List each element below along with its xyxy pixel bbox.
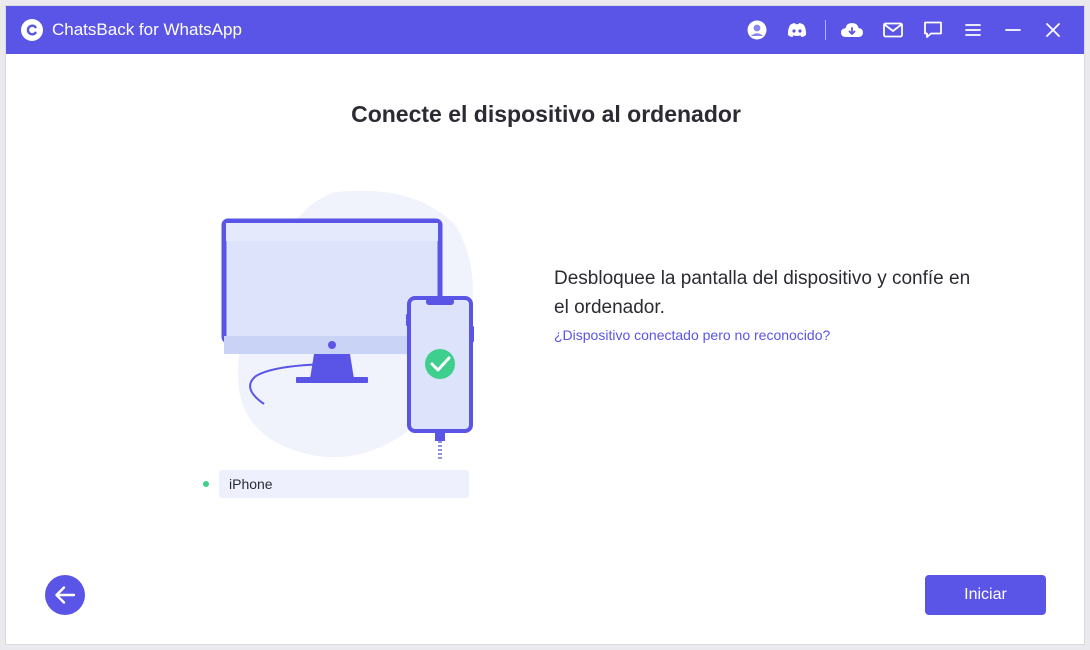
cloud-icon[interactable] <box>840 18 864 42</box>
device-not-recognized-link[interactable]: ¿Dispositivo conectado pero no reconocid… <box>554 327 830 343</box>
titlebar-separator <box>825 20 826 40</box>
device-connection-illustration <box>216 186 486 466</box>
instruction-text: Desbloquee la pantalla del dispositivo y… <box>554 268 971 318</box>
title-bar: ChatsBack for WhatsApp <box>6 6 1084 54</box>
discord-icon[interactable] <box>785 18 809 42</box>
app-title: ChatsBack for WhatsApp <box>52 20 242 39</box>
feedback-icon[interactable] <box>921 18 945 42</box>
page-title: Conecte el dispositivo al ordenador <box>351 101 741 127</box>
back-button[interactable] <box>45 575 85 615</box>
device-name: iPhone <box>229 476 273 492</box>
account-icon[interactable] <box>745 18 769 42</box>
start-button[interactable]: Iniciar <box>925 575 1046 615</box>
app-window: ChatsBack for WhatsApp Conecte el dispos… <box>5 5 1085 645</box>
device-list-item[interactable]: iPhone <box>219 470 469 498</box>
menu-icon[interactable] <box>961 18 985 42</box>
mail-icon[interactable] <box>881 18 905 42</box>
close-icon[interactable] <box>1041 18 1065 42</box>
device-status-dot <box>203 481 209 487</box>
minimize-icon[interactable] <box>1001 18 1025 42</box>
app-logo-icon <box>21 19 43 41</box>
arrow-left-icon <box>55 586 76 604</box>
